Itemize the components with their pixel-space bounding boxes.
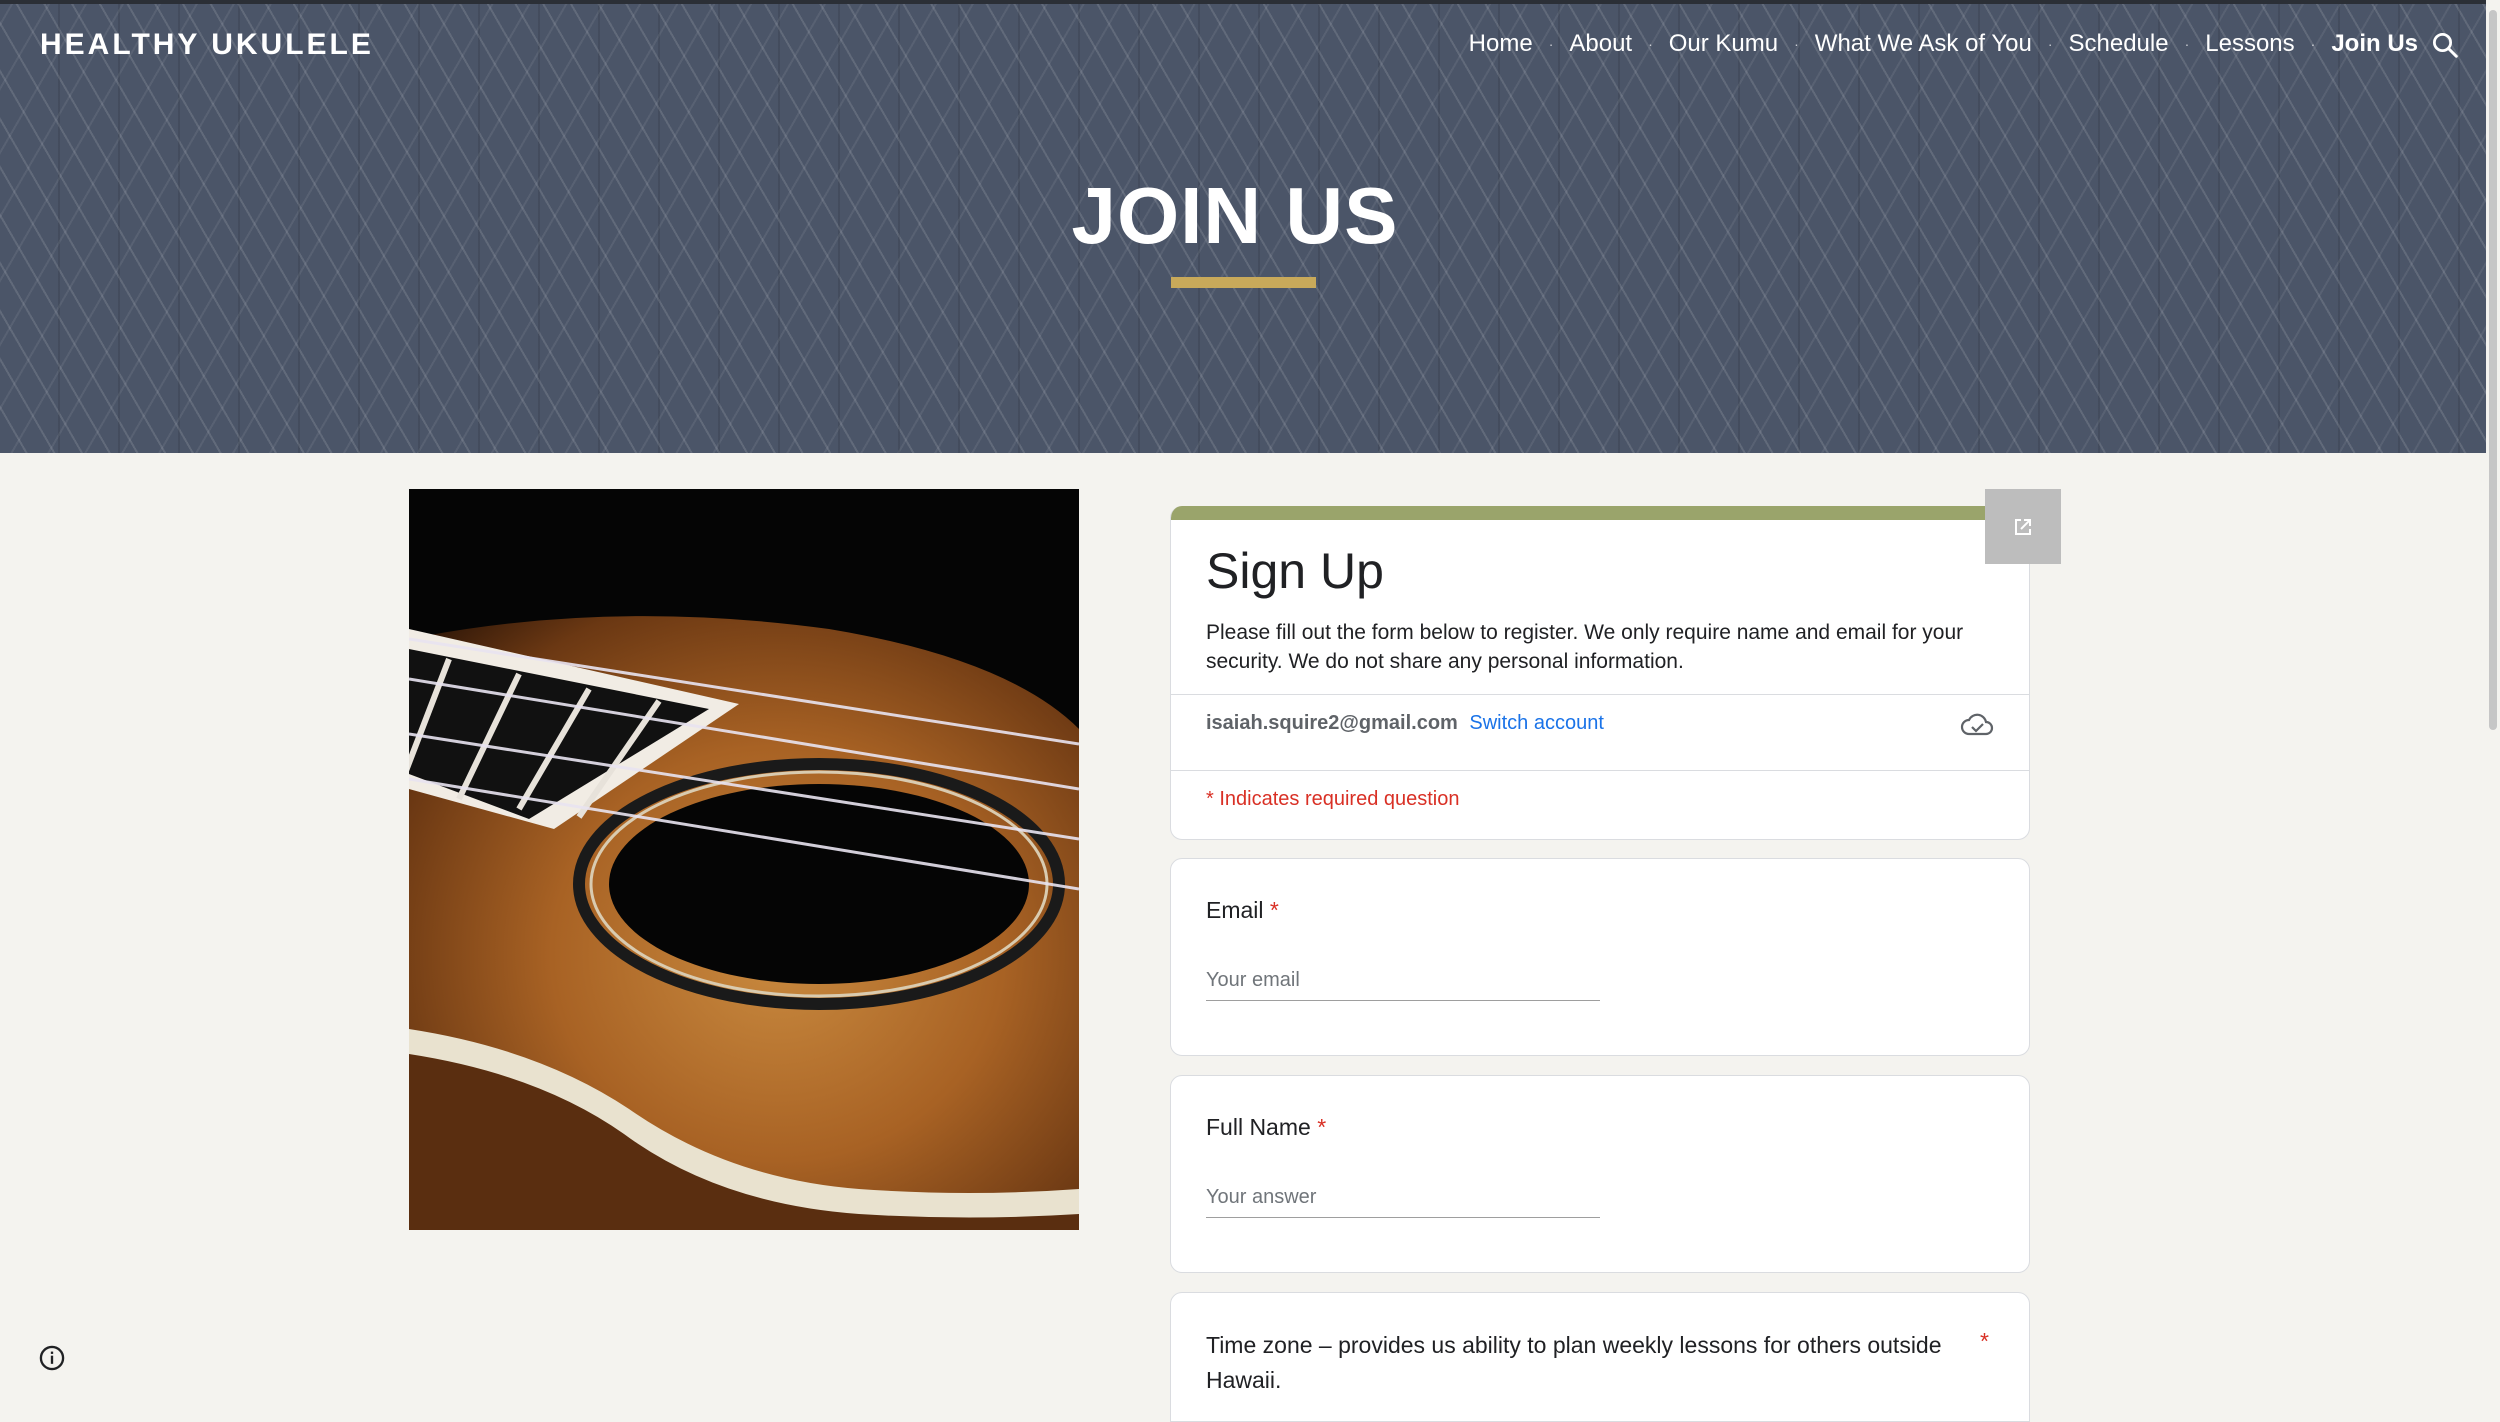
question-label: Full Name * (1206, 1114, 1326, 1141)
nav-separator: · (2184, 36, 2190, 52)
question-card-full-name: Full Name * Your answer (1170, 1075, 2030, 1273)
site-title[interactable]: HEALTHY UKULELE (40, 28, 374, 62)
nav-item-schedule[interactable]: Schedule (2069, 30, 2169, 58)
required-star: * (1269, 897, 1279, 923)
heading-underline (1171, 277, 1316, 288)
form-header-card: Sign Up Please fill out the form below t… (1170, 506, 2030, 840)
ukulele-photo (409, 489, 1079, 1230)
main-nav: Home · About · Our Kumu · What We Ask of… (1469, 30, 2418, 58)
scrollbar-thumb[interactable] (2489, 10, 2497, 730)
info-icon[interactable] (38, 1344, 66, 1372)
switch-account-link[interactable]: Switch account (1469, 712, 1604, 734)
nav-separator: · (1794, 36, 1799, 52)
hero-banner: HEALTHY UKULELE Home · About · Our Kumu … (0, 0, 2486, 453)
required-star: * (1317, 1114, 1327, 1140)
nav-item-lessons[interactable]: Lessons (2205, 30, 2294, 58)
divider (1171, 694, 2029, 695)
required-note: * Indicates required question (1206, 788, 1460, 810)
nav-separator: · (2047, 36, 2053, 52)
form-description: Please fill out the form below to regist… (1206, 621, 1964, 673)
email-field[interactable]: Your email (1206, 969, 1600, 1001)
top-border (0, 0, 2486, 4)
page-title: JOIN US (1071, 171, 1399, 260)
nav-separator: · (1548, 36, 1554, 52)
form-accent-bar (1171, 506, 2029, 520)
question-label-text: Email (1206, 897, 1264, 923)
required-star: * (1980, 1328, 1989, 1354)
cloud-done-icon[interactable] (1960, 711, 1994, 739)
search-icon[interactable] (2430, 30, 2460, 60)
question-card-email: Email * Your email (1170, 858, 2030, 1056)
full-name-field[interactable]: Your answer (1206, 1186, 1600, 1218)
nav-item-what-we-ask[interactable]: What We Ask of You (1815, 30, 2032, 58)
question-label-text: Time zone – provides us ability to plan … (1206, 1332, 1942, 1393)
open-in-new-button[interactable] (1985, 489, 2061, 564)
nav-item-join-us[interactable]: Join Us (2331, 30, 2418, 58)
account-email: isaiah.squire2@gmail.com (1206, 712, 1458, 734)
form-title: Sign Up (1206, 543, 1384, 599)
nav-item-about[interactable]: About (1569, 30, 1632, 58)
nav-separator: · (1648, 36, 1653, 52)
account-info: isaiah.squire2@gmail.com Switch account (1206, 712, 1604, 735)
question-label: Email * (1206, 897, 1279, 924)
open-in-new-icon (2015, 518, 2031, 535)
nav-item-our-kumu[interactable]: Our Kumu (1669, 30, 1778, 58)
question-label-text: Full Name (1206, 1114, 1311, 1140)
scrollbar[interactable] (2486, 0, 2500, 1406)
divider (1171, 770, 2029, 771)
nav-item-home[interactable]: Home (1469, 30, 1533, 58)
question-card-time-zone: Time zone – provides us ability to plan … (1170, 1292, 2030, 1422)
nav-separator: · (2310, 36, 2316, 52)
